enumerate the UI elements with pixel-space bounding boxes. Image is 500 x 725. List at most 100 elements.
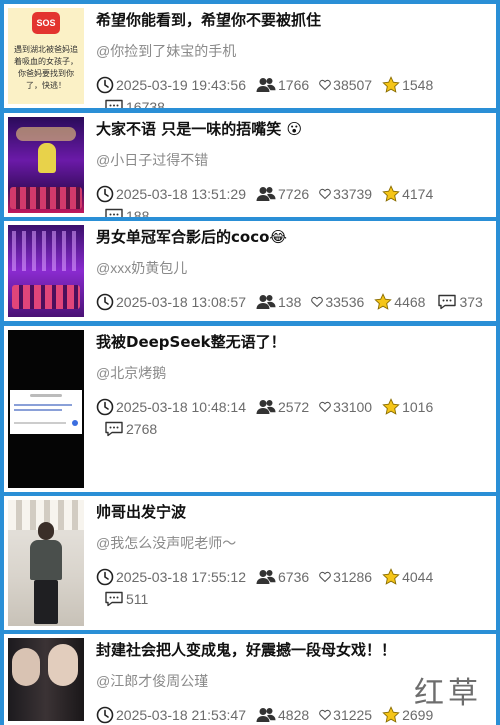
send-dot [72, 420, 78, 426]
like-count[interactable]: 33536 [311, 291, 364, 313]
star-icon [382, 706, 400, 724]
heart-icon [319, 709, 332, 721]
post-card[interactable]: 男女单冠军合影后的coco😂 @xxx奶黄包儿 2025-03-18 13:08… [4, 221, 496, 321]
favs-text: 4174 [402, 186, 434, 202]
post-thumbnail[interactable] [8, 500, 84, 626]
like-count[interactable]: 31225 [319, 704, 372, 725]
crowd [12, 285, 80, 309]
post-thumbnail[interactable]: SOS 遇到湖北被爸妈追着吸血的女孩子，你爸妈要找到你了，快逃！ [8, 8, 84, 104]
comment-count[interactable]: 16738 [104, 96, 165, 108]
timestamp: 2025-03-18 13:51:29 [96, 183, 246, 205]
comment-icon [104, 421, 124, 437]
face-right [48, 644, 78, 686]
performer-figure [38, 143, 56, 173]
post-stats: 2025-03-18 13:08:57 138 33536 4468 373 [96, 291, 490, 313]
view-count: 2572 [256, 396, 309, 418]
stage-light [16, 127, 76, 141]
favorite-count[interactable]: 4174 [382, 183, 433, 205]
post-title[interactable]: 男女单冠军合影后的coco😂 [96, 227, 490, 247]
clock-icon [96, 76, 114, 94]
timestamp: 2025-03-18 10:48:14 [96, 396, 246, 418]
favorite-count[interactable]: 1016 [382, 396, 433, 418]
post-card[interactable]: 我被DeepSeek整无语了！ @北京烤鹅 2025-03-18 10:48:1… [4, 326, 496, 492]
sos-badge: SOS [32, 12, 60, 34]
comments-text: 16738 [126, 99, 165, 108]
favs-text: 4044 [402, 569, 434, 585]
time-text: 2025-03-18 13:51:29 [116, 186, 246, 202]
people-icon [256, 186, 276, 202]
post-thumbnail[interactable] [8, 225, 84, 317]
post-author[interactable]: @小日子过得不错 [96, 151, 490, 169]
view-count: 1766 [256, 74, 309, 96]
like-count[interactable]: 31286 [319, 566, 372, 588]
clock-icon [96, 293, 114, 311]
person-legs [34, 580, 58, 624]
people-icon [256, 77, 276, 93]
comment-icon [437, 294, 457, 310]
title-emoji: 😂 [269, 228, 287, 246]
likes-text: 31225 [333, 707, 373, 723]
post-author[interactable]: @北京烤鹅 [96, 364, 490, 382]
time-text: 2025-03-18 13:08:57 [116, 294, 246, 310]
heart-icon [319, 79, 332, 91]
comment-count[interactable]: 2768 [104, 418, 157, 440]
post-author[interactable]: @你捡到了妹宝的手机 [96, 42, 490, 60]
post-author[interactable]: @我怎么没声呢老师～ [96, 534, 490, 552]
likes-text: 38507 [333, 77, 373, 93]
view-count: 138 [256, 291, 301, 313]
favorite-count[interactable]: 4468 [374, 291, 425, 313]
like-count[interactable]: 33100 [319, 396, 372, 418]
screen-line [14, 409, 62, 411]
post-thumbnail[interactable] [8, 330, 84, 488]
comment-icon [104, 99, 124, 108]
people-icon [256, 294, 276, 310]
post-card[interactable]: SOS 遇到湖北被爸妈追着吸血的女孩子，你爸妈要找到你了，快逃！ 希望你能看到，… [4, 4, 496, 108]
crowd [10, 187, 82, 209]
heart-icon [319, 188, 332, 200]
favs-text: 4468 [394, 294, 426, 310]
favs-text: 1016 [402, 399, 434, 415]
person-jacket [30, 540, 62, 580]
likes-text: 33739 [333, 186, 373, 202]
face-left [12, 648, 40, 686]
views-text: 6736 [278, 569, 310, 585]
post-stats: 2025-03-19 19:43:56 1766 38507 1548 1673… [96, 74, 490, 108]
favorite-count[interactable]: 1548 [382, 74, 433, 96]
clock-icon [96, 568, 114, 586]
post-title[interactable]: 我被DeepSeek整无语了！ [96, 332, 490, 352]
post-thumbnail[interactable] [8, 638, 84, 721]
thumbnail-caption: 遇到湖北被爸妈追着吸血的女孩子，你爸妈要找到你了，快逃！ [14, 45, 78, 90]
timestamp: 2025-03-18 17:55:12 [96, 566, 246, 588]
view-count: 7726 [256, 183, 309, 205]
comment-count[interactable]: 511 [104, 588, 148, 610]
title-text: 男女单冠军合影后的coco [96, 228, 270, 246]
timestamp: 2025-03-18 13:08:57 [96, 291, 246, 313]
post-card[interactable]: 帅哥出发宁波 @我怎么没声呢老师～ 2025-03-18 17:55:12 67… [4, 496, 496, 630]
comment-count[interactable]: 373 [437, 291, 483, 313]
clock-icon [96, 185, 114, 203]
post-author[interactable]: @xxx奶黄包儿 [96, 259, 490, 277]
post-title[interactable]: 希望你能看到，希望你不要被抓住 [96, 10, 490, 30]
views-text: 4828 [278, 707, 310, 723]
screen-line [14, 422, 66, 424]
watermark: 红草 [414, 676, 482, 711]
screen-line [14, 404, 72, 406]
favorite-count[interactable]: 4044 [382, 566, 433, 588]
comment-icon [104, 591, 124, 607]
people-icon [256, 399, 276, 415]
like-count[interactable]: 38507 [319, 74, 372, 96]
likes-text: 33100 [333, 399, 373, 415]
post-title[interactable]: 帅哥出发宁波 [96, 502, 490, 522]
time-text: 2025-03-19 19:43:56 [116, 77, 246, 93]
star-icon [382, 185, 400, 203]
post-title[interactable]: 封建社会把人变成鬼，好震撼一段母女戏！！ [96, 640, 490, 660]
timestamp: 2025-03-19 19:43:56 [96, 74, 246, 96]
comment-count[interactable]: 188 [104, 205, 149, 217]
comments-text: 188 [126, 208, 150, 217]
post-thumbnail[interactable] [8, 117, 84, 213]
title-emoji: 😮 [286, 120, 303, 138]
post-title[interactable]: 大家不语 只是一味的捂嘴笑 😮 [96, 119, 490, 139]
views-text: 2572 [278, 399, 310, 415]
post-card[interactable]: 大家不语 只是一味的捂嘴笑 😮 @小日子过得不错 2025-03-18 13:5… [4, 113, 496, 217]
like-count[interactable]: 33739 [319, 183, 372, 205]
